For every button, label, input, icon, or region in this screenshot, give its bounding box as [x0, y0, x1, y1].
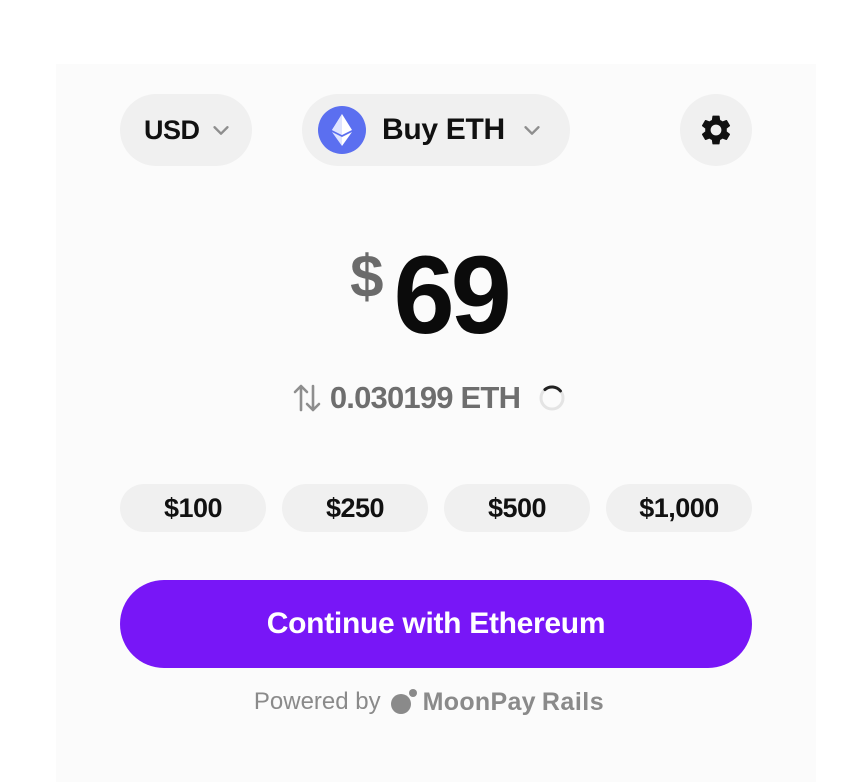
currency-selector[interactable]: USD [120, 94, 252, 166]
widget-card [56, 64, 816, 782]
preset-amount-button[interactable]: $1,000 [606, 484, 752, 532]
amount-currency-symbol: $ [350, 243, 384, 310]
asset-selector[interactable]: Buy ETH [302, 94, 570, 166]
preset-amount-button[interactable]: $500 [444, 484, 590, 532]
chevron-down-icon [212, 126, 229, 135]
moonpay-logo-icon [390, 689, 417, 714]
amount-display[interactable]: $ 69 [0, 236, 858, 356]
preset-amount-button[interactable]: $100 [120, 484, 266, 532]
powered-by-label: Powered by [253, 688, 381, 715]
ethereum-icon [318, 106, 366, 154]
crypto-amount: 0.030199 ETH [329, 380, 521, 415]
settings-button[interactable] [680, 94, 752, 166]
continue-button[interactable]: Continue with Ethereum [120, 580, 752, 668]
asset-label: Buy ETH [382, 113, 505, 146]
swap-vertical-icon[interactable] [292, 380, 322, 416]
chevron-down-icon [524, 126, 540, 135]
brand-name: MoonPay [422, 687, 536, 716]
gear-icon [701, 115, 731, 145]
loading-spinner-icon [539, 385, 565, 411]
preset-amount-button[interactable]: $250 [282, 484, 428, 532]
amount-input[interactable]: 69 [394, 236, 512, 356]
powered-by-footer: Powered by MoonPay Rails [0, 684, 858, 720]
conversion-row[interactable]: 0.030199 ETH [0, 376, 858, 420]
brand-suffix: Rails [541, 687, 605, 716]
currency-label: USD [144, 114, 200, 145]
